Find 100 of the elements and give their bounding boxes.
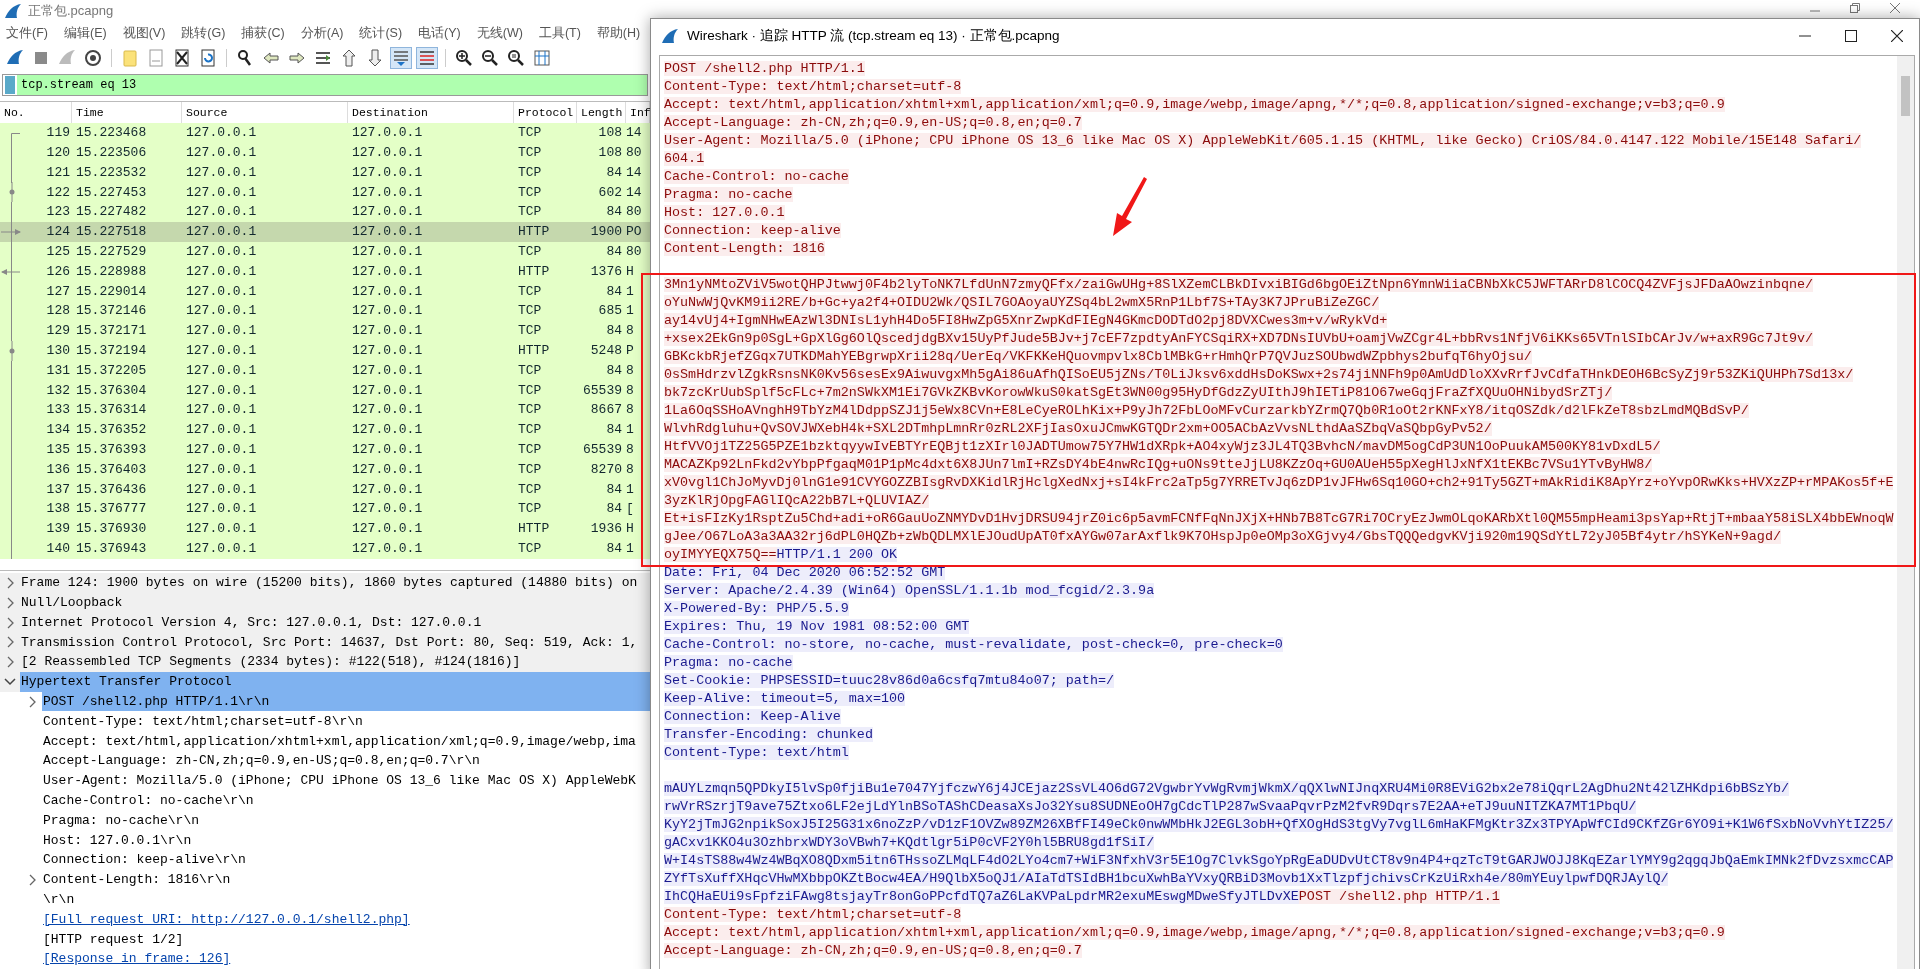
packet-row[interactable]: 125 15.227529 127.0.0.1 127.0.0.1 TCP 84 80 xyxy=(0,241,650,262)
packet-protocol: TCP xyxy=(517,243,543,262)
packet-length: 65539 xyxy=(582,441,623,459)
packet-row[interactable]: 126 15.228988 127.0.0.1 127.0.0.1 HTTP 1376 H xyxy=(0,261,650,282)
packet-row[interactable]: 123 15.227482 127.0.0.1 127.0.0.1 TCP 84 80 xyxy=(0,202,650,222)
packet-row[interactable]: 139 15.376930 127.0.0.1 127.0.0.1 HTTP 1936 H xyxy=(0,518,650,539)
tree-item[interactable]: Host: 127.0.0.1\r\n xyxy=(42,830,650,851)
menu-item[interactable]: 文件(F) xyxy=(6,23,48,43)
packet-row[interactable]: 124 15.227518 127.0.0.1 127.0.0.1 HTTP 1900 PO xyxy=(0,222,650,242)
packet-row[interactable]: 138 15.376777 127.0.0.1 127.0.0.1 TCP 84 [ xyxy=(0,499,650,519)
packet-row[interactable]: 121 15.223532 127.0.0.1 127.0.0.1 TCP 84 14 xyxy=(0,162,650,183)
tree-item[interactable]: Cache-Control: no-cache\r\n xyxy=(42,790,650,811)
menu-item[interactable]: 无线(W) xyxy=(476,23,523,43)
menu-item[interactable]: 分析(A) xyxy=(300,23,344,43)
menu-item[interactable]: 帮助(H) xyxy=(596,23,641,43)
chevron-right-icon[interactable] xyxy=(6,576,14,589)
chevron-right-icon[interactable] xyxy=(6,636,14,649)
packet-source: 127.0.0.1 xyxy=(185,421,258,440)
packet-row[interactable]: 132 15.376304 127.0.0.1 127.0.0.1 TCP 65539 8 xyxy=(0,380,650,401)
tree-item[interactable]: Content-Type: text/html;charset=utf-8\r\n xyxy=(42,711,650,732)
packet-row[interactable]: 122 15.227453 127.0.0.1 127.0.0.1 TCP 602 14 xyxy=(0,182,650,203)
colorize-icon xyxy=(418,49,436,67)
packet-info: 1 xyxy=(626,302,635,321)
packet-length: 108 xyxy=(597,124,623,143)
chevron-right-icon[interactable] xyxy=(28,873,36,886)
chevron-right-icon[interactable] xyxy=(6,616,14,629)
packet-row[interactable]: 135 15.376393 127.0.0.1 127.0.0.1 TCP 65539 8 xyxy=(0,439,650,460)
packet-time: 15.229014 xyxy=(75,282,148,301)
menu-item[interactable]: 编辑(E) xyxy=(63,23,107,43)
packet-row[interactable]: 128 15.372146 127.0.0.1 127.0.0.1 TCP 685 1 xyxy=(0,301,650,321)
menu-item[interactable]: 电话(Y) xyxy=(418,23,461,43)
packet-row[interactable]: 134 15.376352 127.0.0.1 127.0.0.1 TCP 84 1 xyxy=(0,419,650,440)
packet-time: 15.227482 xyxy=(75,203,148,222)
packet-time: 15.376777 xyxy=(75,500,148,519)
autoscroll-button[interactable] xyxy=(390,47,412,69)
tree-item[interactable]: Pragma: no-cache\r\n xyxy=(42,810,650,831)
tree-item[interactable]: [HTTP request 1/2] xyxy=(42,929,650,950)
packet-row[interactable]: 129 15.372171 127.0.0.1 127.0.0.1 TCP 84 8 xyxy=(0,320,650,341)
client-stream-text: Host: 127.0.0.1 xyxy=(664,205,785,220)
tree-item[interactable]: Accept: text/html,application/xhtml+xml,application/xml;q=0.9,image/webp,ima xyxy=(42,731,650,752)
client-stream-text: Accept: text/html,application/xhtml+xml,application/xml;q=0.9,image/webp,image/apng,*/*;q=0.8,application/signed-exchange;v=b3;q=0.9 xyxy=(664,925,1725,940)
menu-item[interactable]: 工具(T) xyxy=(538,23,581,43)
packet-protocol: TCP xyxy=(517,381,543,400)
packet-length: 8667 xyxy=(589,401,623,420)
menu-item[interactable]: 统计(S) xyxy=(359,23,403,43)
packet-source: 127.0.0.1 xyxy=(185,124,258,143)
detail-link[interactable]: [Response in frame: 126] xyxy=(42,949,231,969)
chevron-right-icon[interactable] xyxy=(6,656,14,669)
packet-time: 15.376930 xyxy=(75,520,148,539)
tree-item[interactable]: Accept-Language: zh-CN,zh;q=0.9,en-US;q=0.8,en;q=0.7\r\n xyxy=(42,751,650,771)
packet-row[interactable]: 119 15.223468 127.0.0.1 127.0.0.1 TCP 108 14 xyxy=(0,123,650,143)
packet-info: 14 xyxy=(626,163,643,182)
packet-length: 1900 xyxy=(589,223,623,242)
tree-item[interactable]: User-Agent: Mozilla/5.0 (iPhone; CPU iPhone OS 13_6 like Mac OS X) AppleWebK xyxy=(42,771,650,791)
packet-row[interactable]: 131 15.372205 127.0.0.1 127.0.0.1 TCP 84 8 xyxy=(0,360,650,381)
packet-destination: 127.0.0.1 xyxy=(351,163,424,182)
packet-number: 128 xyxy=(46,302,71,321)
packet-row[interactable]: 133 15.376314 127.0.0.1 127.0.0.1 TCP 8667 8 xyxy=(0,400,650,420)
detail-link[interactable]: [Full request URI: http://127.0.0.1/shell2.php] xyxy=(42,909,410,930)
packet-source: 127.0.0.1 xyxy=(185,401,258,420)
packet-protocol: TCP xyxy=(517,460,543,479)
restore-icon[interactable] xyxy=(1850,3,1860,13)
chevron-right-icon[interactable] xyxy=(6,596,14,609)
tree-item[interactable]: \r\n xyxy=(42,889,650,910)
client-stream-text: ay14vUj4+IgmNHwEAzWl3DNIsL1yhH4Do5FI8HwZpG5XnrZwpKdFIEgN4GKmcDODTdO2pj8DVXCwes3m+v/wRykVd+ xyxy=(664,313,1388,328)
server-stream-text: Set-Cookie: PHPSESSID=tuuc28v86d0a6csfq7mtu84o07; path=/ xyxy=(664,673,1114,688)
packet-destination: 127.0.0.1 xyxy=(351,302,424,321)
packet-destination: 127.0.0.1 xyxy=(351,322,424,341)
tree-item[interactable]: Connection: keep-alive\r\n xyxy=(42,850,650,870)
packet-number: 135 xyxy=(46,441,71,459)
tree-item[interactable]: Hypertext Transfer Protocol xyxy=(20,672,650,692)
chevron-down-icon[interactable] xyxy=(4,677,16,686)
menu-item[interactable]: 跳转(G) xyxy=(181,23,226,43)
resize-columns-icon xyxy=(533,49,551,67)
packet-number: 127 xyxy=(46,282,71,301)
scrollbar[interactable] xyxy=(1897,56,1914,969)
packet-time: 15.376304 xyxy=(75,381,148,400)
chevron-right-icon[interactable] xyxy=(28,695,36,708)
server-stream-text: ZYfTsXuffXHqcVHwMXbbpOKZtBocw4EA/H9QlbX5oQJ1/AIaTdTSIdBH1bcuXwhBaYVxyQRBiD3Movb1XxTlzpfjchivsCrKzUiRxh4e/80mYEuylpwfDQRJAylQ/ xyxy=(664,871,1669,886)
packet-row[interactable]: 137 15.376436 127.0.0.1 127.0.0.1 TCP 84 1 xyxy=(0,479,650,500)
client-stream-text: Accept: text/html,application/xhtml+xml,application/xml;q=0.9,image/webp,image/apng,*/*;q=0.8,application/signed-exchange;v=b3;q=0.9 xyxy=(664,97,1725,112)
tree-item[interactable]: Content-Length: 1816\r\n xyxy=(42,870,650,890)
packet-number: 129 xyxy=(46,322,71,341)
server-stream-text: X-Powered-By: PHP/5.5.9 xyxy=(664,601,849,616)
menu-item[interactable]: 视图(V) xyxy=(122,23,166,43)
packet-row[interactable]: 136 15.376403 127.0.0.1 127.0.0.1 TCP 8270 8 xyxy=(0,459,650,480)
packet-destination: 127.0.0.1 xyxy=(351,500,424,519)
packet-row[interactable]: 127 15.229014 127.0.0.1 127.0.0.1 TCP 84 1 xyxy=(0,281,650,302)
packet-source: 127.0.0.1 xyxy=(185,520,258,539)
gear-button[interactable] xyxy=(82,47,104,69)
menu-item[interactable]: 捕获(C) xyxy=(241,23,285,43)
maximize-icon[interactable] xyxy=(1845,30,1857,42)
client-stream-text: Cache-Control: no-cache xyxy=(664,169,849,184)
tree-item[interactable]: POST /shell2.php HTTP/1.1\r\n xyxy=(42,692,650,712)
colorize-button[interactable] xyxy=(416,47,438,69)
packet-row[interactable]: 140 15.376943 127.0.0.1 127.0.0.1 TCP 84 1 xyxy=(0,538,650,559)
packet-row[interactable]: 130 15.372194 127.0.0.1 127.0.0.1 HTTP 5248 P xyxy=(0,340,650,361)
close-icon[interactable] xyxy=(1891,30,1903,42)
packet-source: 127.0.0.1 xyxy=(185,361,258,380)
packet-row[interactable]: 120 15.223506 127.0.0.1 127.0.0.1 TCP 108 80 xyxy=(0,142,650,163)
